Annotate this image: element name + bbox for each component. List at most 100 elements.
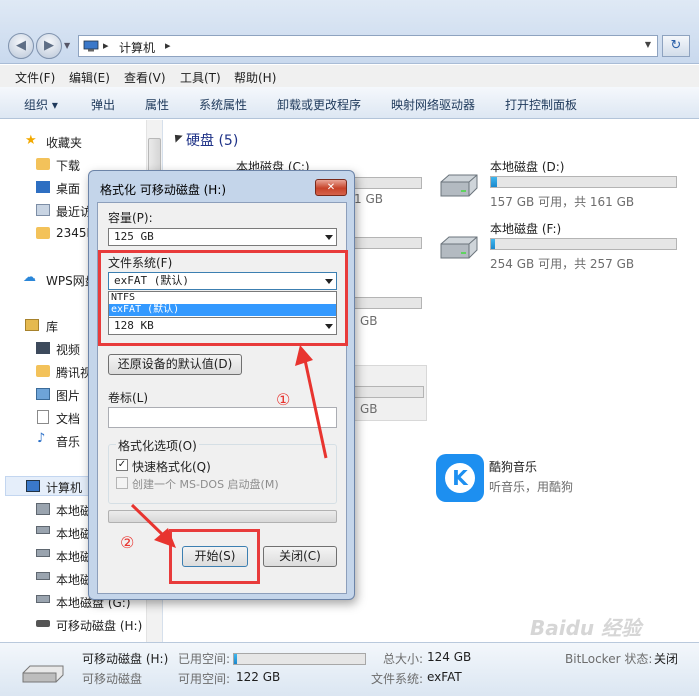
free-space-label: 可用空间: — [178, 672, 231, 686]
title-and-address-area: ◀ ▶ ▼ ▸ 计算机 ▸ ▼ ↻ — [0, 0, 699, 64]
drive-usage-fill — [491, 177, 497, 187]
sidebar-item-desktop[interactable]: 桌面 — [56, 180, 80, 197]
computer-icon — [26, 480, 40, 492]
drive-usage-fill — [491, 239, 495, 249]
drive-usage-bar — [490, 176, 677, 188]
step-2-marker: ② — [120, 533, 135, 552]
drive-c-usage-bar — [354, 177, 422, 189]
sidebar-item-music[interactable]: 音乐 — [56, 433, 80, 450]
forward-button[interactable]: ▶ — [36, 33, 62, 59]
hard-drives-group-title: 硬盘 (5) — [186, 133, 239, 149]
sidebar-drive[interactable]: 本地磁 — [56, 571, 92, 588]
collapse-arrow-icon[interactable] — [171, 131, 183, 143]
drive-g-usage-bar — [354, 297, 422, 309]
sidebar-library[interactable]: 库 — [46, 318, 58, 335]
file-system-label: 文件系统: — [371, 672, 424, 686]
format-progress-bar — [108, 510, 337, 523]
folder-icon — [36, 365, 50, 377]
close-button[interactable]: 关闭(C) — [263, 546, 337, 567]
kugou-music-description: 听音乐，用酷狗 — [489, 480, 574, 494]
step-1-marker: ① — [276, 390, 291, 409]
sidebar-drive[interactable]: 本地磁 — [56, 548, 92, 565]
msdos-startup-label: 创建一个 MS-DOS 启动盘(M) — [132, 478, 279, 491]
pictures-library-icon — [36, 388, 50, 400]
music-library-icon: ♪ — [37, 431, 46, 446]
sidebar-drive[interactable]: 本地磁 — [56, 502, 92, 519]
usb-drive-icon — [36, 620, 50, 627]
breadcrumb-separator[interactable]: ▸ — [103, 39, 109, 52]
star-icon: ★ — [25, 133, 37, 148]
desktop-icon — [36, 181, 50, 193]
sidebar-item-downloads[interactable]: 下载 — [56, 157, 80, 174]
bitlocker-value: 关闭 — [654, 652, 679, 666]
selected-drive-name: 可移动磁盘 (H:) — [82, 652, 169, 666]
recent-pages-dropdown-icon[interactable]: ▼ — [64, 41, 70, 50]
address-bar[interactable]: ▸ 计算机 ▸ ▼ — [78, 35, 658, 57]
drive-c-info-fragment: 1 GB — [354, 192, 383, 206]
used-space-fill — [234, 654, 237, 664]
selected-drive-type: 可移动磁盘 — [82, 672, 143, 686]
close-icon: ✕ — [326, 182, 336, 193]
menu-help[interactable]: 帮助(H) — [234, 69, 276, 86]
menu-view[interactable]: 查看(V) — [124, 69, 166, 86]
kugou-music-icon[interactable]: K — [436, 454, 484, 502]
drive-icon — [36, 572, 50, 580]
open-control-panel-button[interactable]: 打开控制面板 — [505, 96, 577, 113]
drive-space-info: 254 GB 可用，共 257 GB — [490, 257, 635, 271]
address-dropdown-icon[interactable]: ▼ — [645, 40, 651, 49]
downloads-folder-icon — [36, 158, 50, 170]
menu-file[interactable]: 文件(F) — [15, 69, 55, 86]
sidebar-favorites[interactable]: 收藏夹 — [46, 134, 82, 151]
computer-icon — [83, 40, 99, 52]
kugou-music-name[interactable]: 酷狗音乐 — [489, 458, 537, 475]
video-library-icon — [36, 342, 50, 354]
map-network-drive-button[interactable]: 映射网络驱动器 — [391, 96, 475, 113]
baidu-watermark: Baidu 经验 — [530, 616, 642, 640]
breadcrumb-separator[interactable]: ▸ — [165, 39, 171, 52]
hard-disk-icon — [440, 236, 478, 259]
library-icon — [25, 319, 39, 331]
command-toolbar: 组织 ▾ 弹出 属性 系统属性 卸载或更改程序 映射网络驱动器 打开控制面板 — [0, 87, 699, 119]
volume-label-input[interactable] — [108, 407, 337, 428]
properties-button[interactable]: 属性 — [145, 96, 169, 113]
used-space-label: 已用空间: — [178, 652, 231, 666]
recent-places-icon — [36, 204, 50, 216]
system-properties-button[interactable]: 系统属性 — [199, 96, 247, 113]
total-size-value: 124 GB — [427, 650, 472, 664]
menu-edit[interactable]: 编辑(E) — [69, 69, 110, 86]
system-drive-icon — [36, 503, 50, 515]
capacity-select[interactable]: 125 GB — [108, 228, 337, 246]
refresh-icon: ↻ — [670, 38, 682, 53]
drive-name: 本地磁盘 (D:) — [490, 160, 565, 174]
sidebar-removable-drive-h[interactable]: 可移动磁盘 (H:) — [56, 617, 142, 634]
uninstall-program-button[interactable]: 卸载或更改程序 — [277, 96, 361, 113]
drive-icon — [36, 549, 50, 557]
drive-name: 本地磁盘 (F:) — [490, 222, 562, 236]
sidebar-item-documents[interactable]: 文档 — [56, 410, 80, 427]
drive-space-info: 157 GB 可用，共 161 GB — [490, 195, 635, 209]
free-space-value: 122 GB — [236, 670, 281, 684]
drive-e-usage-bar — [354, 237, 422, 249]
sidebar-item-pictures[interactable]: 图片 — [56, 387, 80, 404]
documents-library-icon — [37, 410, 49, 424]
back-button[interactable]: ◀ — [8, 33, 34, 59]
eject-button[interactable]: 弹出 — [91, 96, 115, 113]
menu-tools[interactable]: 工具(T) — [180, 69, 221, 86]
sidebar-item-recent[interactable]: 最近访 — [56, 203, 92, 220]
msdos-startup-checkbox[interactable] — [116, 477, 128, 489]
dialog-close-button[interactable]: ✕ — [315, 179, 347, 196]
sidebar-drive[interactable]: 本地磁 — [56, 525, 92, 542]
restore-defaults-button[interactable]: 还原设备的默认值(D) — [108, 354, 242, 375]
sidebar-item-tencent-video[interactable]: 腾讯视 — [56, 364, 92, 381]
drive-g-info-fragment: GB — [360, 314, 378, 328]
organize-button[interactable]: 组织 ▾ — [24, 96, 58, 113]
capacity-label: 容量(P): — [108, 211, 153, 225]
sidebar-item-video[interactable]: 视频 — [56, 341, 80, 358]
quick-format-checkbox[interactable]: ✓ — [116, 459, 128, 471]
start-button-highlight-box — [169, 529, 260, 584]
back-arrow-icon: ◀ — [16, 38, 26, 53]
breadcrumb-computer[interactable]: 计算机 — [119, 39, 155, 56]
refresh-button[interactable]: ↻ — [662, 35, 690, 57]
sidebar-computer[interactable]: 计算机 — [46, 479, 82, 496]
removable-disk-icon — [22, 665, 64, 683]
